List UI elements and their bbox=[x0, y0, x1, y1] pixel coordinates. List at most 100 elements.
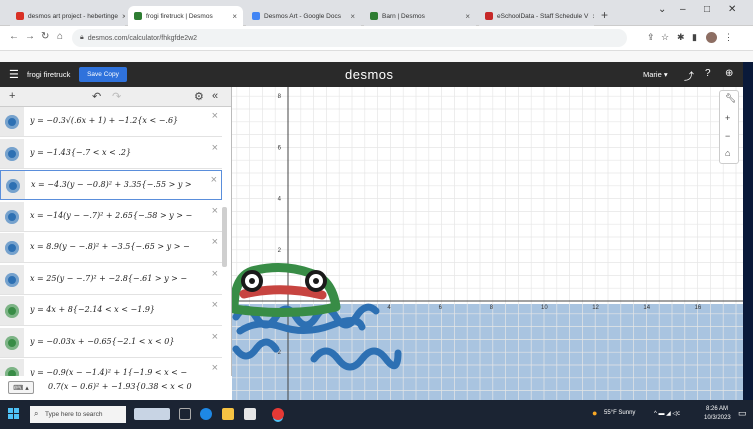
kebab-menu-icon[interactable]: ⋮ bbox=[724, 32, 733, 43]
curve-color-icon[interactable] bbox=[5, 241, 19, 255]
delete-expression-icon[interactable]: × bbox=[211, 174, 217, 186]
expression-row[interactable]: y = 4x + 8{−2.14 < x < −1.9} × bbox=[0, 296, 222, 326]
y-tick-label: 8 bbox=[278, 94, 282, 100]
zoom-out-icon[interactable]: − bbox=[725, 131, 730, 141]
reload-icon[interactable]: ↻ bbox=[41, 31, 49, 42]
delete-expression-icon[interactable]: × bbox=[212, 110, 218, 122]
keyboard-toggle-icon[interactable]: ⌨ ▴ bbox=[8, 381, 34, 394]
curve-color-icon[interactable] bbox=[5, 209, 19, 224]
user-menu[interactable]: Marie ▾ bbox=[643, 70, 668, 79]
expression-latex[interactable]: x = −14(y − −.7)² + 2.65{−.58 > y > − bbox=[30, 211, 205, 220]
chevron-down-icon[interactable]: ⌄ bbox=[658, 4, 666, 15]
forward-icon[interactable]: → bbox=[25, 31, 35, 42]
share-graph-icon[interactable]: ⤴ bbox=[684, 68, 694, 83]
desmos-logo: desmos bbox=[345, 67, 394, 82]
delete-expression-icon[interactable]: × bbox=[212, 299, 218, 311]
delete-expression-icon[interactable]: × bbox=[212, 142, 218, 154]
screen-edge bbox=[743, 62, 753, 400]
graph-title[interactable]: frogi firetruck bbox=[27, 70, 70, 79]
close-icon[interactable]: × bbox=[350, 12, 355, 21]
task-view-icon[interactable] bbox=[179, 408, 191, 420]
windows-start-icon[interactable] bbox=[8, 408, 20, 420]
delete-expression-icon[interactable]: × bbox=[212, 236, 218, 248]
curve-color-icon[interactable] bbox=[5, 272, 19, 287]
delete-expression-icon[interactable]: × bbox=[212, 268, 218, 280]
expression-latex[interactable]: y = −0.3√(.6x + 1) + −1.2{x < −.6} bbox=[30, 116, 205, 125]
expression-latex[interactable]: x = −4.3(y − −0.8)² + 3.35{−.55 > y > bbox=[31, 180, 206, 189]
system-tray-icons[interactable]: ^ ▬ ◢ ◁ⅽ bbox=[654, 410, 680, 417]
close-icon[interactable]: × bbox=[465, 12, 470, 21]
close-window-icon[interactable]: ✕ bbox=[728, 4, 736, 15]
help-icon[interactable]: ? bbox=[705, 68, 711, 79]
expression-latex[interactable]: y = 4x + 8{−2.14 < x < −1.9} bbox=[30, 305, 205, 314]
clock-time[interactable]: 8:26 AM bbox=[706, 406, 728, 412]
expression-row[interactable]: x = 25(y − −.7)² + −2.8{−.61 > y > − × bbox=[0, 264, 222, 295]
collapse-panel-icon[interactable]: « bbox=[212, 90, 218, 102]
expression-row[interactable]: y = −1.43{−.7 < x < .2} × bbox=[0, 138, 222, 169]
weather-text[interactable]: 55°F Sunny bbox=[604, 410, 635, 416]
expression-row[interactable]: y = −0.3√(.6x + 1) + −1.2{x < −.6} × bbox=[0, 107, 222, 137]
store-icon[interactable] bbox=[244, 408, 256, 420]
zoom-in-icon[interactable]: + bbox=[725, 113, 730, 123]
curve-color-icon[interactable] bbox=[5, 115, 19, 129]
expression-row[interactable]: x = −14(y − −.7)² + 2.65{−.58 > y > − × bbox=[0, 201, 222, 232]
expression-latex[interactable]: y = −0.03x + −0.65{−2.1 < x < 0} bbox=[30, 337, 205, 346]
chrome-icon[interactable] bbox=[272, 408, 284, 420]
clock-date[interactable]: 10/3/2023 bbox=[704, 415, 731, 421]
browser-tab[interactable]: Desmos Art - Google Docs × bbox=[246, 6, 361, 26]
close-icon[interactable]: × bbox=[232, 12, 237, 21]
curve-color-icon[interactable] bbox=[5, 335, 19, 350]
y-tick-label: 4 bbox=[278, 197, 282, 203]
undo-icon[interactable]: ↶ bbox=[92, 90, 101, 103]
graph-paper[interactable]: 2 4 6 8 10 12 14 16 8 6 4 2 −2 bbox=[232, 87, 743, 400]
minimize-icon[interactable]: – bbox=[680, 4, 686, 15]
curve-color-icon[interactable] bbox=[6, 179, 20, 193]
curve-color-icon[interactable] bbox=[5, 304, 19, 318]
user-name: Marie bbox=[643, 70, 662, 79]
expression-row[interactable]: y = −0.03x + −0.65{−2.1 < x < 0} × bbox=[0, 327, 222, 358]
browser-tab[interactable]: eSchoolData - Staff Schedule V × bbox=[479, 6, 594, 26]
globe-icon[interactable]: ⊕ bbox=[725, 68, 733, 79]
home-view-icon[interactable]: ⌂ bbox=[725, 148, 730, 158]
expression-row[interactable]: x = −4.3(y − −0.8)² + 3.35{−.55 > y > × bbox=[0, 170, 222, 200]
close-icon[interactable]: × bbox=[592, 12, 594, 21]
back-icon[interactable]: ← bbox=[9, 31, 19, 42]
settings-gear-icon[interactable]: ⚙ bbox=[194, 90, 204, 103]
news-widget-icon[interactable] bbox=[134, 408, 170, 420]
redo-icon[interactable]: ↷ bbox=[112, 90, 121, 103]
expression-latex[interactable]: x = 8.9(y − −.8)² + −3.5{−.65 > y > − bbox=[30, 242, 205, 251]
expression-latex[interactable]: x = 25(y − −.7)² + −2.8{−.61 > y > − bbox=[30, 274, 205, 283]
save-copy-button[interactable]: Save Copy bbox=[79, 67, 127, 82]
browser-tab[interactable]: desmos art project - hebertinge × bbox=[10, 6, 125, 26]
desmos-header: ☰ frogi firetruck Save Copy desmos Marie… bbox=[0, 62, 753, 87]
star-icon[interactable]: ☆ bbox=[661, 32, 669, 43]
edge-icon[interactable] bbox=[200, 408, 212, 420]
taskbar-search-field[interactable]: ⌕ Type here to search bbox=[30, 406, 126, 423]
sidepanel-icon[interactable]: ▮ bbox=[692, 32, 697, 43]
close-icon[interactable]: × bbox=[122, 12, 125, 21]
delete-expression-icon[interactable]: × bbox=[212, 205, 218, 217]
home-icon[interactable]: ⌂ bbox=[57, 31, 63, 42]
extension-icon[interactable]: ✱ bbox=[677, 32, 685, 43]
search-placeholder: Type here to search bbox=[45, 411, 103, 418]
browser-tab[interactable]: Barn | Desmos × bbox=[364, 6, 476, 26]
expression-latex[interactable]: y = −1.43{−.7 < x < .2} bbox=[30, 148, 205, 157]
browser-tab-active[interactable]: frogi firetruck | Desmos × bbox=[128, 6, 243, 26]
url-field[interactable]: 🔒︎ desmos.com/calculator/fhkgfde2w2 bbox=[72, 29, 627, 47]
curve-color-icon[interactable] bbox=[5, 146, 19, 161]
expression-row[interactable]: x = 8.9(y − −.8)² + −3.5{−.65 > y > − × bbox=[0, 233, 222, 263]
share-icon[interactable]: ⇪ bbox=[647, 32, 655, 43]
scrollbar[interactable] bbox=[222, 207, 227, 267]
new-tab-icon[interactable]: + bbox=[601, 8, 608, 22]
delete-expression-icon[interactable]: × bbox=[212, 331, 218, 343]
maximize-icon[interactable]: □ bbox=[704, 4, 710, 15]
delete-expression-icon[interactable]: × bbox=[212, 362, 218, 374]
menu-icon[interactable]: ☰ bbox=[9, 68, 19, 81]
file-explorer-icon[interactable] bbox=[222, 408, 234, 420]
y-tick-label: 6 bbox=[278, 145, 282, 151]
expression-toolbar: + ↶ ↷ ⚙ « bbox=[0, 87, 231, 107]
avatar[interactable] bbox=[706, 32, 717, 43]
notification-icon[interactable]: ▭ bbox=[738, 408, 747, 419]
add-expression-icon[interactable]: + bbox=[9, 90, 15, 102]
wrench-icon[interactable]: 🔧︎ bbox=[725, 93, 736, 104]
